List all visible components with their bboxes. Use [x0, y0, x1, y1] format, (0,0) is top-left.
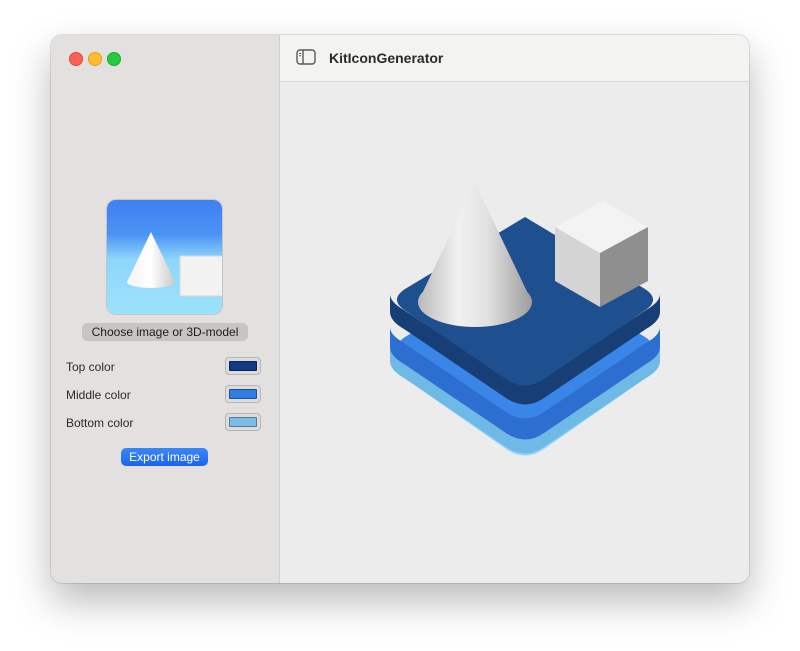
choose-model-button[interactable]: Choose image or 3D-model: [82, 323, 248, 341]
middle-color-label: Middle color: [66, 388, 131, 402]
top-color-well[interactable]: [226, 358, 260, 374]
zoom-window-button[interactable]: [107, 52, 121, 66]
toolbar: KitIconGenerator: [280, 35, 749, 82]
sidebar-toggle-icon[interactable]: [296, 49, 316, 65]
top-color-row: Top color: [66, 358, 266, 376]
icon-preview-image: [390, 183, 660, 456]
thumbnail-cone: [127, 232, 175, 282]
middle-color-row: Middle color: [66, 386, 266, 404]
top-color-label: Top color: [66, 360, 115, 374]
bottom-color-label: Bottom color: [66, 416, 134, 430]
middle-color-swatch: [229, 389, 257, 399]
source-thumbnail[interactable]: [107, 200, 222, 314]
minimize-window-button[interactable]: [88, 52, 102, 66]
window-title: KitIconGenerator: [329, 50, 444, 66]
thumbnail-scene: [127, 232, 222, 297]
thumbnail-cube: [179, 255, 222, 297]
middle-color-well[interactable]: [226, 386, 260, 402]
export-image-button[interactable]: Export image: [121, 448, 208, 466]
bottom-color-swatch: [229, 417, 257, 427]
bottom-color-well[interactable]: [226, 414, 260, 430]
sidebar: Choose image or 3D-model Top color Middl…: [51, 35, 280, 583]
app-window: Choose image or 3D-model Top color Middl…: [51, 35, 749, 583]
main-area: KitIconGenerator: [280, 35, 749, 583]
top-color-swatch: [229, 361, 257, 371]
close-window-button[interactable]: [69, 52, 83, 66]
bottom-color-row: Bottom color: [66, 414, 266, 432]
icon-preview: [280, 82, 749, 583]
